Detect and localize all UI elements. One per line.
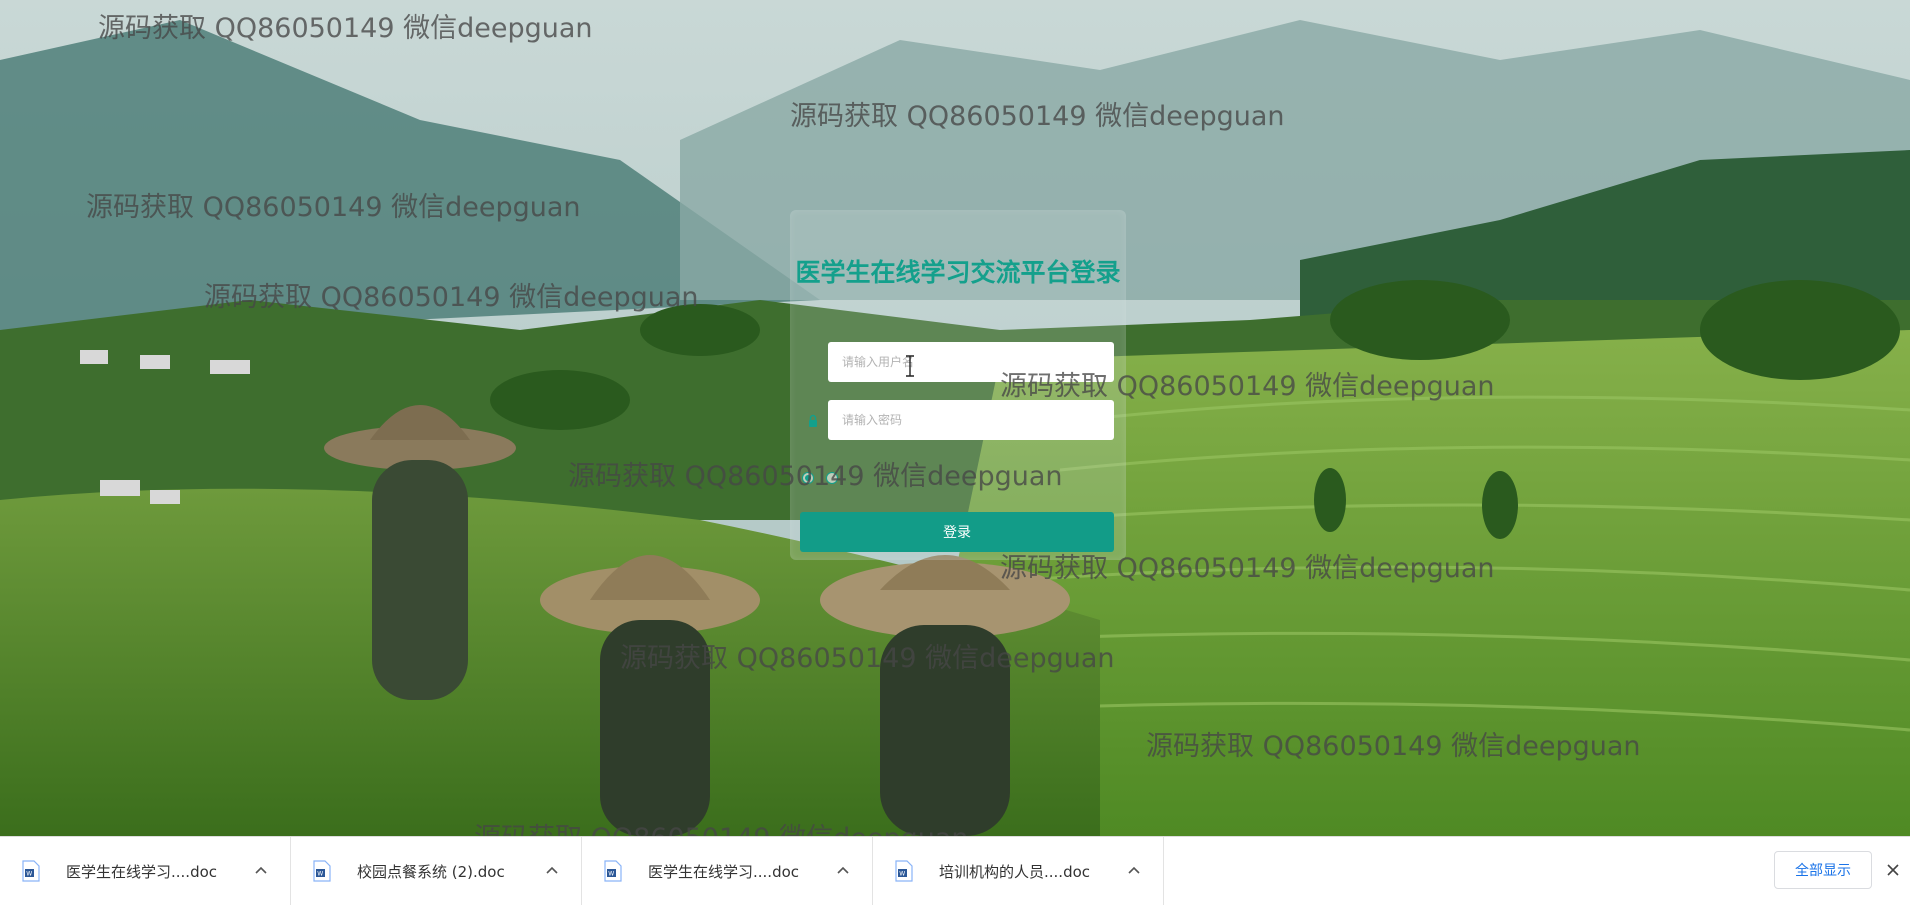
word-document-icon: W (22, 860, 40, 882)
chevron-up-icon[interactable] (1127, 863, 1141, 877)
download-filename: 医学生在线学习....doc (66, 862, 218, 881)
chevron-up-icon[interactable] (545, 863, 559, 877)
close-icon[interactable] (1886, 863, 1900, 877)
svg-text:W: W (317, 871, 323, 878)
chevron-up-icon[interactable] (836, 863, 850, 877)
download-bar: W 医学生在线学习....doc W 校园点餐系统 (2).doc W 医学生在… (0, 836, 1910, 905)
download-item[interactable]: W 培训机构的人员....doc (873, 837, 1164, 905)
lock-icon (809, 414, 817, 427)
role-radio-group (802, 468, 838, 488)
download-item[interactable]: W 校园点餐系统 (2).doc (291, 837, 582, 905)
text-cursor-icon (906, 355, 914, 377)
role-radio[interactable] (802, 472, 814, 484)
word-document-icon: W (313, 860, 331, 882)
word-document-icon: W (604, 860, 622, 882)
username-input[interactable] (828, 342, 1114, 382)
show-all-downloads-button[interactable]: 全部显示 (1774, 851, 1872, 889)
role-radio[interactable] (826, 472, 838, 484)
svg-text:W: W (608, 871, 614, 878)
login-button[interactable]: 登录 (800, 512, 1114, 552)
chevron-up-icon[interactable] (254, 863, 268, 877)
download-filename: 校园点餐系统 (2).doc (357, 862, 505, 881)
svg-text:W: W (26, 871, 32, 878)
svg-text:W: W (899, 871, 905, 878)
login-title: 医学生在线学习交流平台登录 (795, 258, 1121, 287)
login-card: 医学生在线学习交流平台登录 登录 (790, 210, 1126, 560)
download-filename: 培训机构的人员....doc (939, 862, 1091, 881)
download-filename: 医学生在线学习....doc (648, 862, 800, 881)
download-item[interactable]: W 医学生在线学习....doc (582, 837, 873, 905)
password-input[interactable] (828, 400, 1114, 440)
word-document-icon: W (895, 860, 913, 882)
download-item[interactable]: W 医学生在线学习....doc (0, 837, 291, 905)
